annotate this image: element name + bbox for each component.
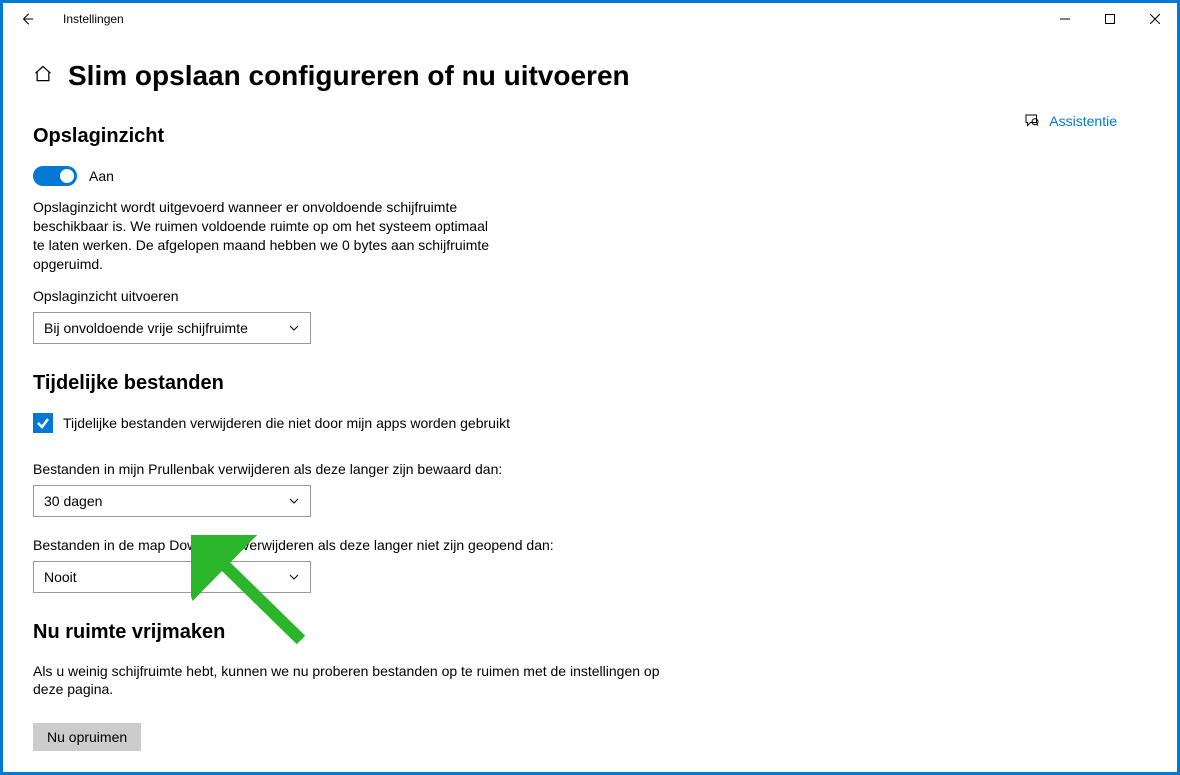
app-title: Instellingen (63, 12, 124, 26)
run-storage-sense-dropdown[interactable]: Bij onvoldoende vrije schijfruimte (33, 312, 311, 344)
main-column: Opslaginzicht Aan Opslaginzicht wordt ui… (33, 110, 683, 751)
button-label: Nu opruimen (47, 729, 127, 745)
maximize-icon (1105, 14, 1115, 24)
checkmark-icon (36, 416, 50, 430)
minimize-button[interactable] (1042, 3, 1087, 35)
free-space-description: Als u weinig schijfruimte hebt, kunnen w… (33, 662, 683, 700)
dropdown-value: 30 dagen (44, 493, 102, 509)
checkbox-row: Tijdelijke bestanden verwijderen die nie… (33, 413, 683, 433)
chevron-down-icon (288, 322, 300, 334)
section-title-storage-sense: Opslaginzicht (33, 125, 683, 148)
maximize-button[interactable] (1087, 3, 1132, 35)
page-header: Slim opslaan configureren of nu uitvoere… (3, 35, 1177, 102)
assistance-link[interactable]: Assistentie (1049, 113, 1117, 129)
dropdown-value: Bij onvoldoende vrije schijfruimte (44, 320, 248, 336)
titlebar: Instellingen (3, 3, 1177, 35)
toggle-row: Aan (33, 166, 683, 186)
back-button[interactable] (11, 3, 43, 35)
recycle-bin-dropdown[interactable]: 30 dagen (33, 485, 311, 517)
toggle-label: Aan (89, 168, 114, 184)
assistance-link-row: Assistentie (1023, 112, 1117, 130)
close-button[interactable] (1132, 3, 1177, 35)
close-icon (1150, 14, 1160, 24)
home-icon[interactable] (33, 64, 53, 89)
run-storage-sense-label: Opslaginzicht uitvoeren (33, 288, 683, 304)
dropdown-value: Nooit (44, 569, 77, 585)
section-title-free-space: Nu ruimte vrijmaken (33, 621, 683, 644)
downloads-dropdown[interactable]: Nooit (33, 561, 311, 593)
arrow-left-icon (20, 12, 34, 26)
recycle-bin-label: Bestanden in mijn Prullenbak verwijderen… (33, 461, 683, 477)
minimize-icon (1060, 14, 1070, 24)
chevron-down-icon (288, 571, 300, 583)
downloads-label: Bestanden in de map Downloads verwijdere… (33, 537, 683, 553)
clean-now-button[interactable]: Nu opruimen (33, 723, 141, 751)
storage-sense-description: Opslaginzicht wordt uitgevoerd wanneer e… (33, 198, 503, 274)
storage-sense-toggle[interactable] (33, 166, 77, 186)
page-title: Slim opslaan configureren of nu uitvoere… (68, 60, 630, 92)
chevron-down-icon (288, 495, 300, 507)
delete-temp-files-checkbox[interactable] (33, 413, 53, 433)
chat-help-icon (1023, 112, 1041, 130)
checkbox-label: Tijdelijke bestanden verwijderen die nie… (63, 415, 510, 431)
window-controls (1042, 3, 1177, 35)
section-title-temp-files: Tijdelijke bestanden (33, 372, 683, 395)
